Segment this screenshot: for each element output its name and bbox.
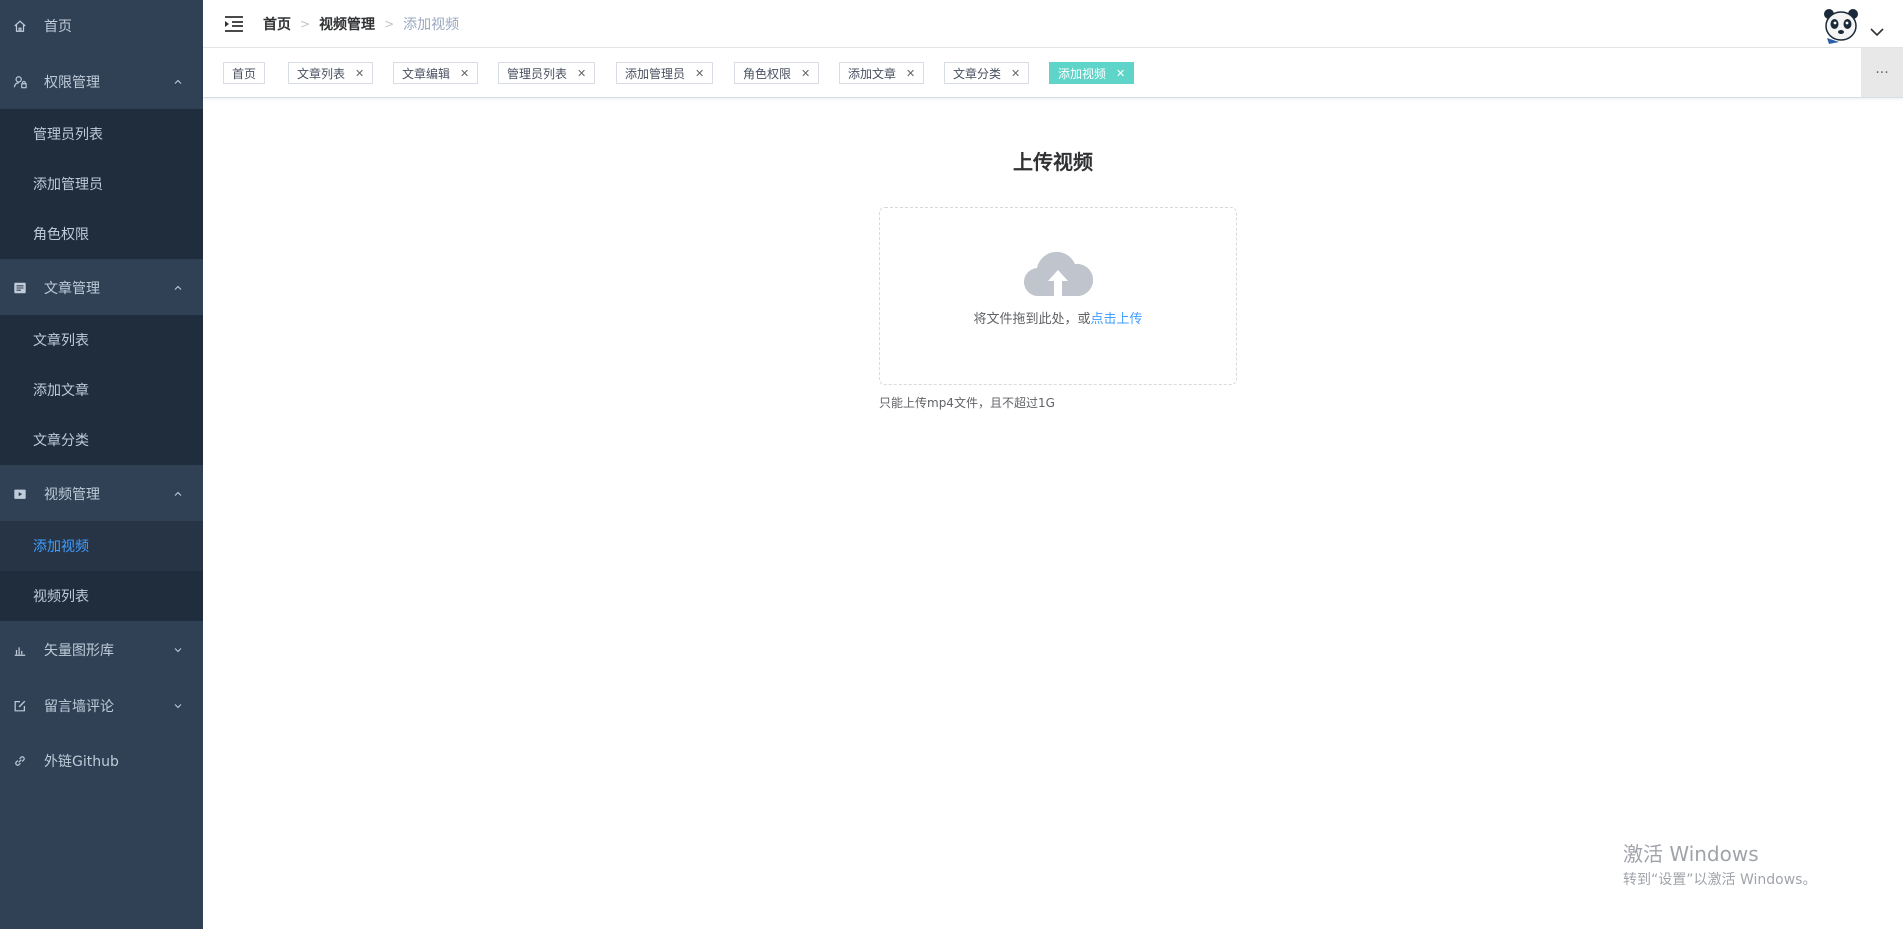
sidebar-item-article-category[interactable]: 文章分类 [0,415,203,465]
sidebar-item-label: 角色权限 [33,227,89,243]
tag-article-edit[interactable]: 文章编辑 ✕ [393,62,479,84]
tag-label: 角色权限 [743,66,792,81]
close-icon[interactable]: ✕ [695,67,704,80]
link-icon [12,753,28,769]
tag-label: 文章编辑 [402,66,451,81]
sidebar-item-label: 添加视频 [33,539,89,555]
tag-add-video[interactable]: 添加视频 ✕ [1049,62,1135,84]
close-icon[interactable]: ✕ [801,67,810,80]
user-menu[interactable] [1819,6,1885,46]
sidebar-item-home[interactable]: 首页 [0,1,203,51]
sidebar-group-videos[interactable]: 视频管理 [0,469,203,519]
chevron-down-icon [1870,28,1884,37]
close-icon[interactable]: ✕ [906,67,915,80]
sidebar-item-label: 文章列表 [33,333,89,349]
chevron-up-icon [174,491,182,496]
tag-admin-list[interactable]: 管理员列表 ✕ [498,62,596,84]
sidebar-item-label: 文章管理 [44,281,100,297]
more-tags-button[interactable]: ··· [1861,48,1903,97]
sidebar-item-label: 管理员列表 [33,127,103,143]
close-icon[interactable]: ✕ [577,67,586,80]
upload-text: 将文件拖到此处，或点击上传 [880,308,1236,327]
sidebar-item-label: 添加文章 [33,383,89,399]
page-title: 上传视频 [1013,150,1093,174]
watermark-title: 激活 Windows [1623,842,1759,866]
sidebar-item-github[interactable]: 外链Github [0,736,203,786]
sidebar-item-admin-list[interactable]: 管理员列表 [0,109,203,159]
tags-view: 首页 文章列表 ✕ 文章编辑 ✕ 管理员列表 ✕ 添加管理员 ✕ 角色权限 ✕ 添加文章 ✕… [203,48,1903,98]
sidebar-item-label: 外链Github [44,754,119,770]
sidebar-item-add-admin[interactable]: 添加管理员 [0,159,203,209]
cloud-upload-icon [1023,251,1093,297]
tag-label: 添加文章 [848,66,897,81]
close-icon[interactable]: ✕ [1116,67,1125,80]
tag-label: 文章分类 [953,66,1002,81]
tag-label: 管理员列表 [507,66,568,81]
close-icon[interactable]: ✕ [355,67,364,80]
click-upload-link[interactable]: 点击上传 [1091,312,1143,327]
bar-chart-icon [12,642,28,658]
sidebar: 首页 权限管理 管理员列表 添加管理员 角色权限 文章管理 文章列表 添加文章 … [0,0,203,929]
watermark-subtitle: 转到“设置”以激活 Windows。 [1623,872,1817,888]
sidebar-item-add-video[interactable]: 添加视频 [0,521,203,571]
tag-add-admin[interactable]: 添加管理员 ✕ [616,62,714,84]
close-icon[interactable]: ✕ [1011,67,1020,80]
navbar: 首页 > 视频管理 > 添加视频 [203,0,1903,48]
tag-label: 添加管理员 [625,66,686,81]
chevron-up-icon [174,79,182,84]
menu-fold-icon[interactable] [222,12,246,36]
close-icon[interactable]: ✕ [460,67,469,80]
breadcrumb-separator-icon: > [300,16,311,31]
tag-label: 添加视频 [1058,66,1107,81]
tag-role-permission[interactable]: 角色权限 ✕ [734,62,820,84]
document-icon [12,280,28,296]
tag-label: 首页 [232,66,257,81]
sidebar-item-article-list[interactable]: 文章列表 [0,315,203,365]
chevron-up-icon [174,285,182,290]
sidebar-item-add-article[interactable]: 添加文章 [0,365,203,415]
sidebar-item-label: 文章分类 [33,433,89,449]
chevron-down-icon [174,648,182,653]
user-lock-icon [12,74,28,90]
tag-label: 文章列表 [297,66,346,81]
sidebar-item-label: 首页 [44,19,72,35]
video-icon [12,486,28,502]
sidebar-item-label: 留言墙评论 [44,699,114,715]
tag-article-category[interactable]: 文章分类 ✕ [944,62,1030,84]
home-icon [12,18,28,34]
upload-tip: 只能上传mp4文件，且不超过1G [879,396,1055,410]
tag-add-article[interactable]: 添加文章 ✕ [839,62,925,84]
breadcrumb-video-management[interactable]: 视频管理 [319,14,375,34]
sidebar-item-label: 权限管理 [44,75,100,91]
panda-avatar-icon [1824,9,1858,44]
tag-home[interactable]: 首页 [223,62,266,84]
sidebar-group-articles[interactable]: 文章管理 [0,263,203,313]
upload-dropzone[interactable]: 将文件拖到此处，或点击上传 [879,207,1237,385]
sidebar-group-vector-library[interactable]: 矢量图形库 [0,625,203,675]
sidebar-group-permissions[interactable]: 权限管理 [0,57,203,107]
sidebar-item-label: 视频列表 [33,589,89,605]
breadcrumb-current: 添加视频 [403,16,460,33]
sidebar-item-label: 矢量图形库 [44,643,114,659]
edit-icon [12,698,28,714]
breadcrumb-home[interactable]: 首页 [263,14,291,34]
sidebar-item-video-list[interactable]: 视频列表 [0,571,203,621]
chevron-down-icon [174,704,182,709]
sidebar-group-comments[interactable]: 留言墙评论 [0,681,203,731]
tag-article-list[interactable]: 文章列表 ✕ [288,62,374,84]
windows-activation-watermark: 激活 Windows 转到“设置”以激活 Windows。 [1623,838,1816,889]
sidebar-item-label: 视频管理 [44,487,100,503]
sidebar-item-label: 添加管理员 [33,177,103,193]
breadcrumb: 首页 > 视频管理 > 添加视频 [263,14,459,34]
upload-drop-text: 将文件拖到此处，或 [973,312,1091,327]
sidebar-item-role-permission[interactable]: 角色权限 [0,209,203,259]
breadcrumb-separator-icon: > [384,16,395,31]
